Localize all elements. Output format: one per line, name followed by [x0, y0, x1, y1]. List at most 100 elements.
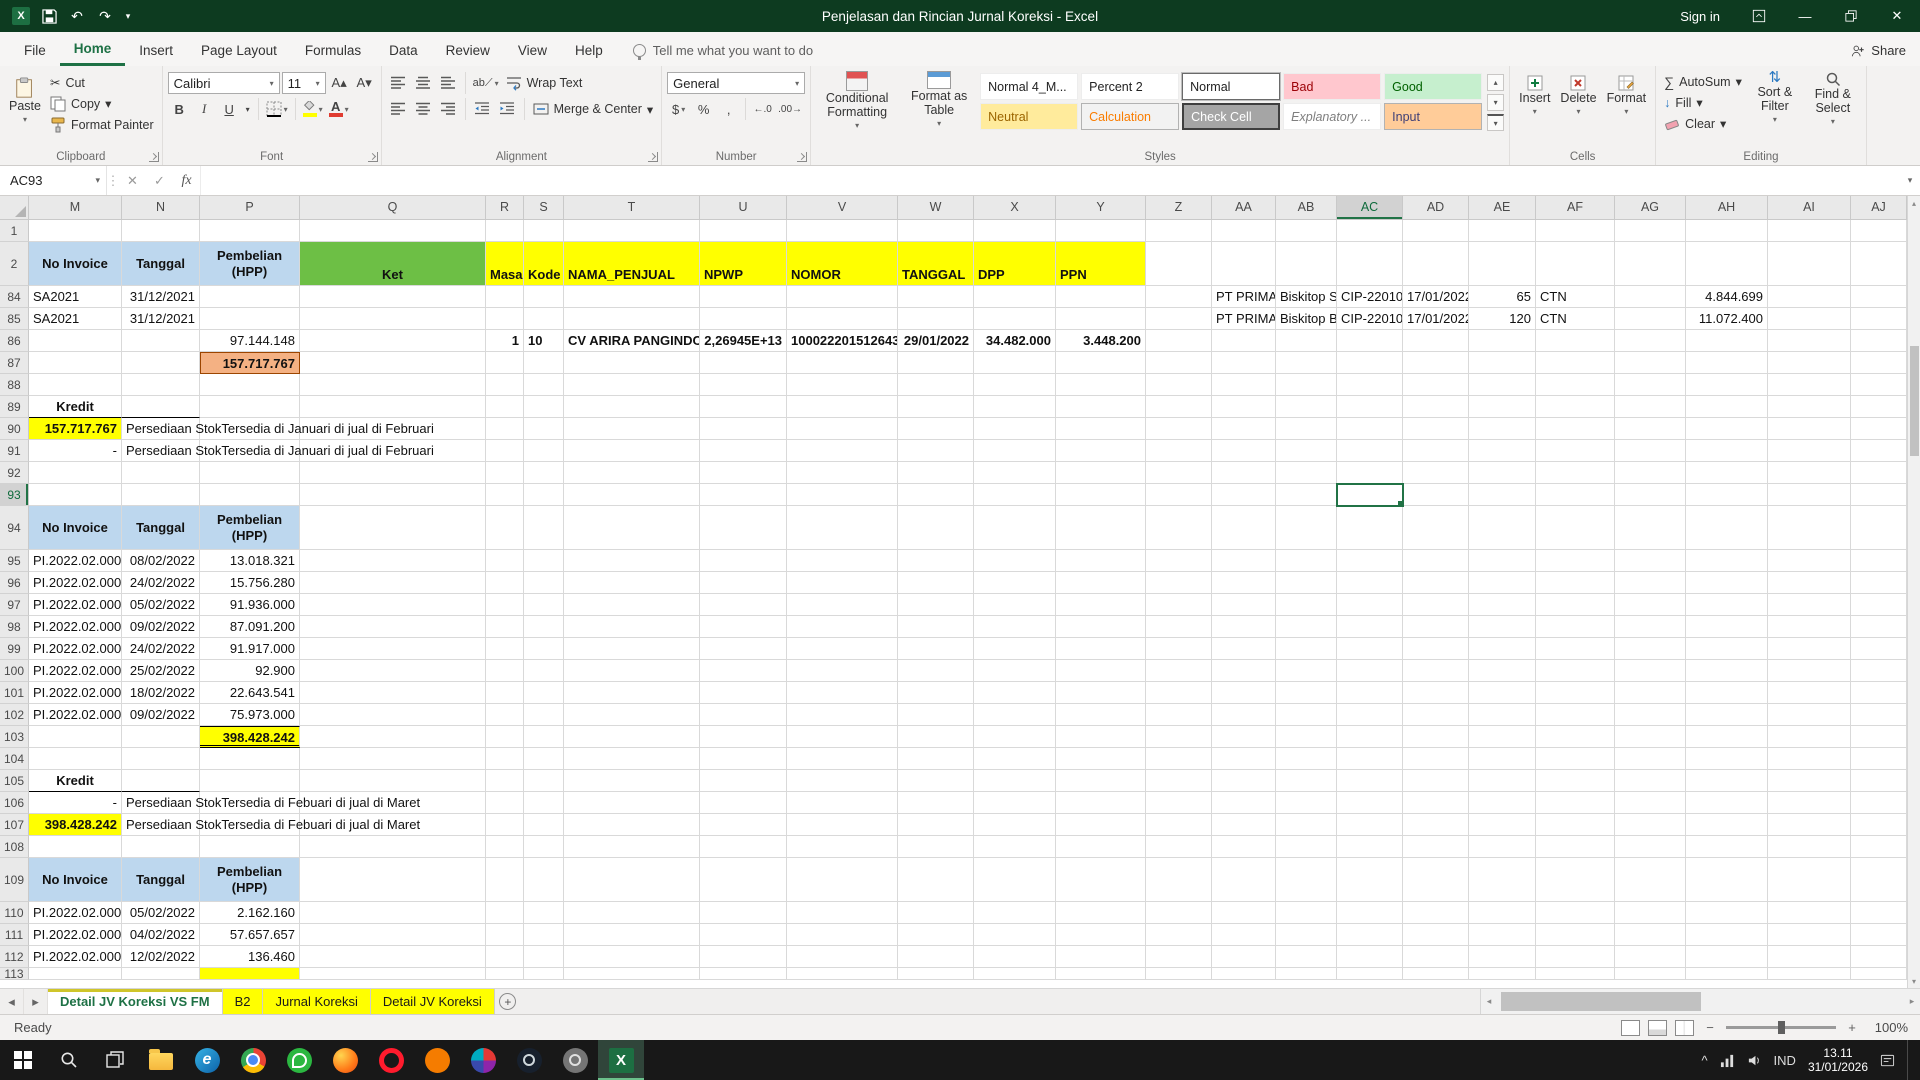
- cell-AB108[interactable]: [1276, 836, 1337, 858]
- cell-V84[interactable]: [787, 286, 898, 308]
- cell-N85[interactable]: 31/12/2021: [122, 308, 200, 330]
- cell-AA106[interactable]: [1212, 792, 1276, 814]
- previous-sheet-icon[interactable]: ◂: [0, 989, 24, 1014]
- cell-R92[interactable]: [486, 462, 524, 484]
- cell-M87[interactable]: [29, 352, 122, 374]
- cell-Y91[interactable]: [1056, 440, 1146, 462]
- cell-AC89[interactable]: [1337, 396, 1403, 418]
- cut-button[interactable]: ✂ Cut: [47, 72, 157, 93]
- row-header-100[interactable]: 100: [0, 660, 29, 682]
- cell-X111[interactable]: [974, 924, 1056, 946]
- cell-Q85[interactable]: [300, 308, 486, 330]
- cell-AF84[interactable]: CTN: [1536, 286, 1615, 308]
- customize-quick-access-icon[interactable]: ▾: [120, 4, 136, 28]
- taskbar-app-orange-button[interactable]: [414, 1040, 460, 1080]
- column-header-P[interactable]: P: [200, 196, 300, 219]
- cell-U1[interactable]: [700, 220, 787, 242]
- cell-AE111[interactable]: [1469, 924, 1536, 946]
- zoom-level[interactable]: 100%: [1868, 1020, 1908, 1035]
- cell-AC96[interactable]: [1337, 572, 1403, 594]
- cell-S107[interactable]: [524, 814, 564, 836]
- cell-U96[interactable]: [700, 572, 787, 594]
- cell-AD92[interactable]: [1403, 462, 1469, 484]
- cell-AH100[interactable]: [1686, 660, 1768, 682]
- cell-AD98[interactable]: [1403, 616, 1469, 638]
- cell-W102[interactable]: [898, 704, 974, 726]
- cell-Q98[interactable]: [300, 616, 486, 638]
- cell-R99[interactable]: [486, 638, 524, 660]
- cell-R95[interactable]: [486, 550, 524, 572]
- redo-icon[interactable]: ↷: [92, 4, 118, 28]
- cell-Q113[interactable]: [300, 968, 486, 980]
- cell-AH93[interactable]: [1686, 484, 1768, 506]
- cell-Y99[interactable]: [1056, 638, 1146, 660]
- cell-M107[interactable]: 398.428.242: [29, 814, 122, 836]
- cell-AA1[interactable]: [1212, 220, 1276, 242]
- cell-Y104[interactable]: [1056, 748, 1146, 770]
- cell-S85[interactable]: [524, 308, 564, 330]
- cell-R88[interactable]: [486, 374, 524, 396]
- cell-R104[interactable]: [486, 748, 524, 770]
- share-button[interactable]: Share: [1851, 35, 1906, 66]
- cell-T103[interactable]: [564, 726, 700, 748]
- cell-AH87[interactable]: [1686, 352, 1768, 374]
- cell-AJ92[interactable]: [1851, 462, 1907, 484]
- cell-AJ96[interactable]: [1851, 572, 1907, 594]
- cell-P97[interactable]: 91.936.000: [200, 594, 300, 616]
- cell-R96[interactable]: [486, 572, 524, 594]
- cell-AG95[interactable]: [1615, 550, 1686, 572]
- cell-AI100[interactable]: [1768, 660, 1851, 682]
- cell-Y95[interactable]: [1056, 550, 1146, 572]
- tab-data[interactable]: Data: [375, 35, 432, 66]
- cell-P87[interactable]: 157.717.767: [200, 352, 300, 374]
- cell-Y90[interactable]: [1056, 418, 1146, 440]
- cell-AJ88[interactable]: [1851, 374, 1907, 396]
- cell-AG108[interactable]: [1615, 836, 1686, 858]
- cell-AH105[interactable]: [1686, 770, 1768, 792]
- cell-Z100[interactable]: [1146, 660, 1212, 682]
- cell-AI110[interactable]: [1768, 902, 1851, 924]
- cell-AH90[interactable]: [1686, 418, 1768, 440]
- cell-AG84[interactable]: [1615, 286, 1686, 308]
- cell-X86[interactable]: 34.482.000: [974, 330, 1056, 352]
- tab-review[interactable]: Review: [432, 35, 504, 66]
- cell-X94[interactable]: [974, 506, 1056, 550]
- cell-AB113[interactable]: [1276, 968, 1337, 980]
- align-right-button[interactable]: [437, 98, 460, 120]
- cell-AF97[interactable]: [1536, 594, 1615, 616]
- cell-V102[interactable]: [787, 704, 898, 726]
- cell-AI105[interactable]: [1768, 770, 1851, 792]
- cell-S112[interactable]: [524, 946, 564, 968]
- cell-AG110[interactable]: [1615, 902, 1686, 924]
- cell-N98[interactable]: 09/02/2022: [122, 616, 200, 638]
- cell-S95[interactable]: [524, 550, 564, 572]
- cell-AC2[interactable]: [1337, 242, 1403, 286]
- cell-AB87[interactable]: [1276, 352, 1337, 374]
- zoom-slider-thumb[interactable]: [1778, 1021, 1785, 1034]
- save-icon[interactable]: [36, 4, 62, 28]
- cell-AG92[interactable]: [1615, 462, 1686, 484]
- cell-W98[interactable]: [898, 616, 974, 638]
- cell-U90[interactable]: [700, 418, 787, 440]
- cell-AB86[interactable]: [1276, 330, 1337, 352]
- cell-AH1[interactable]: [1686, 220, 1768, 242]
- cell-AC91[interactable]: [1337, 440, 1403, 462]
- cell-AJ108[interactable]: [1851, 836, 1907, 858]
- cell-Y97[interactable]: [1056, 594, 1146, 616]
- cell-X89[interactable]: [974, 396, 1056, 418]
- fill-color-button[interactable]: ▾: [301, 98, 325, 120]
- cell-P93[interactable]: [200, 484, 300, 506]
- cell-AF109[interactable]: [1536, 858, 1615, 902]
- cell-R84[interactable]: [486, 286, 524, 308]
- cell-Z113[interactable]: [1146, 968, 1212, 980]
- cell-P2[interactable]: Pembelian (HPP): [200, 242, 300, 286]
- row-header-97[interactable]: 97: [0, 594, 29, 616]
- cell-Y1[interactable]: [1056, 220, 1146, 242]
- cell-AI101[interactable]: [1768, 682, 1851, 704]
- cell-AI2[interactable]: [1768, 242, 1851, 286]
- column-header-N[interactable]: N: [122, 196, 200, 219]
- clock[interactable]: 13.11 31/01/2026: [1808, 1046, 1868, 1074]
- cell-T104[interactable]: [564, 748, 700, 770]
- cell-AD102[interactable]: [1403, 704, 1469, 726]
- row-header-109[interactable]: 109: [0, 858, 29, 902]
